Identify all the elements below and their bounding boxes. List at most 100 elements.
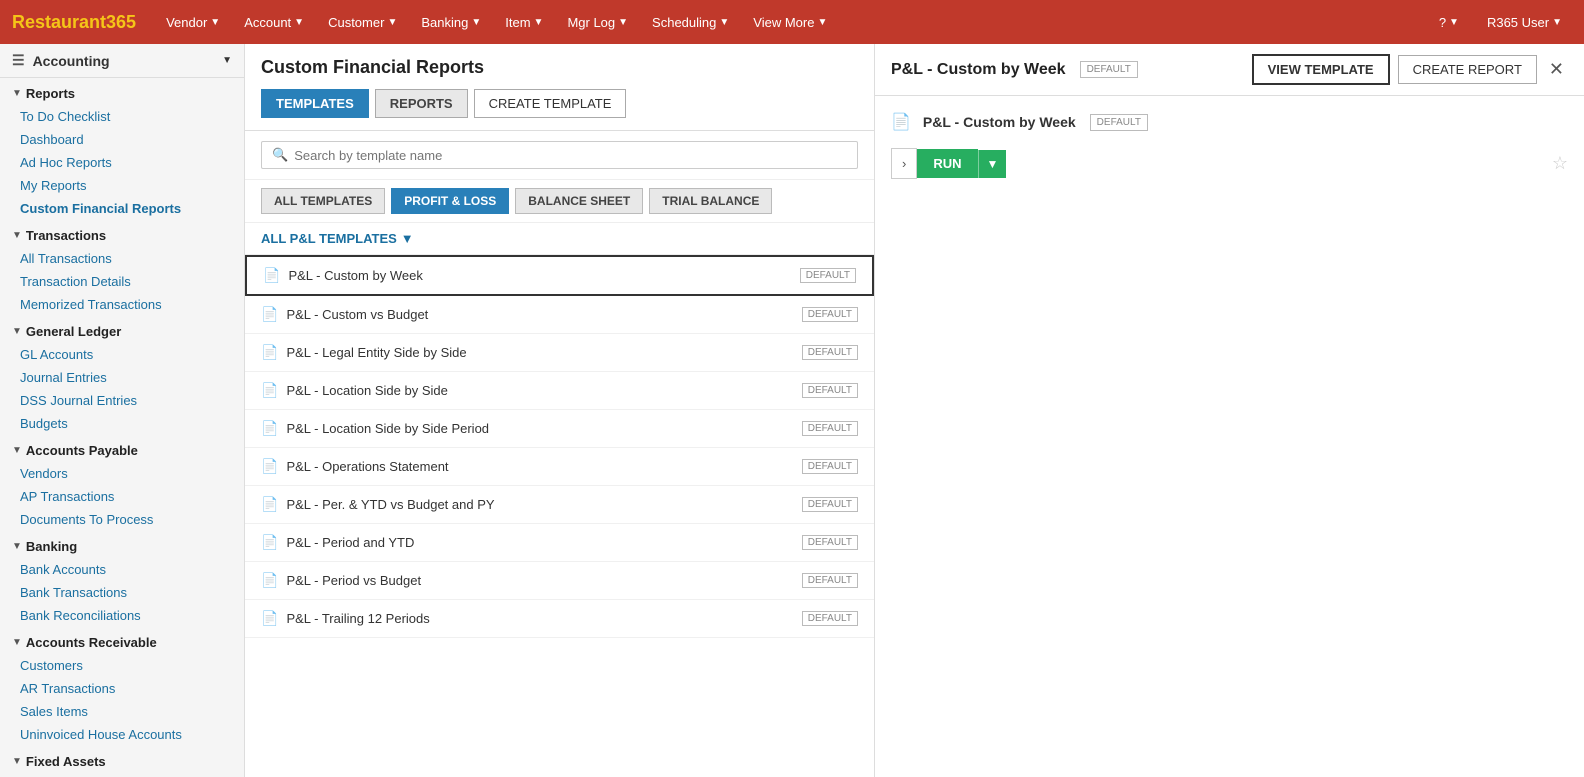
document-icon: 📄 — [261, 420, 278, 437]
nav-item[interactable]: Item▼ — [495, 9, 553, 36]
close-button[interactable]: ✕ — [1545, 59, 1568, 80]
nav-scheduling[interactable]: Scheduling▼ — [642, 9, 739, 36]
sidebar-item-bankreconciliations[interactable]: Bank Reconciliations — [0, 604, 244, 627]
view-template-button[interactable]: VIEW TEMPLATE — [1252, 54, 1390, 85]
left-panel-header: Custom Financial Reports TEMPLATES REPOR… — [245, 44, 874, 131]
template-list: 📄 P&L - Custom by Week DEFAULT 📄 P&L - C… — [245, 255, 874, 777]
nav-banking[interactable]: Banking▼ — [411, 9, 491, 36]
nav-customer[interactable]: Customer▼ — [318, 9, 407, 36]
sidebar-item-alltransactions[interactable]: All Transactions — [0, 247, 244, 270]
sidebar-item-journalentries[interactable]: Journal Entries — [0, 366, 244, 389]
search-input-wrap: 🔍 — [261, 141, 858, 169]
sidebar-item-transactiondetails[interactable]: Transaction Details — [0, 270, 244, 293]
nav-mgrlog[interactable]: Mgr Log▼ — [557, 9, 638, 36]
sidebar-header[interactable]: ☰ Accounting ▼ — [0, 44, 244, 78]
document-icon-large: 📄 — [891, 112, 911, 132]
nav-right: ?▼ R365 User▼ — [1429, 9, 1572, 36]
left-panel-tabs: TEMPLATES REPORTS CREATE TEMPLATE — [261, 89, 858, 118]
create-report-button[interactable]: CREATE REPORT — [1398, 55, 1537, 84]
run-actions: › RUN ▼ ☆ — [891, 148, 1568, 179]
logo[interactable]: Restaurant365 — [12, 12, 136, 33]
filter-bar: ALL TEMPLATES PROFIT & LOSS BALANCE SHEE… — [245, 180, 874, 223]
sidebar-module-caret: ▼ — [222, 55, 232, 66]
template-item-0[interactable]: 📄 P&L - Custom by Week DEFAULT — [245, 255, 874, 296]
sidebar-item-glaccounts[interactable]: GL Accounts — [0, 343, 244, 366]
nav-vendor[interactable]: Vendor▼ — [156, 9, 230, 36]
default-badge-7: DEFAULT — [802, 535, 858, 550]
nav-items: Vendor▼ Account▼ Customer▼ Banking▼ Item… — [156, 9, 1429, 36]
default-badge-1: DEFAULT — [802, 307, 858, 322]
hamburger-icon[interactable]: ☰ — [12, 52, 25, 69]
template-item-4[interactable]: 📄 P&L - Location Side by Side Period DEF… — [245, 410, 874, 448]
template-item-2[interactable]: 📄 P&L - Legal Entity Side by Side DEFAUL… — [245, 334, 874, 372]
template-item-5[interactable]: 📄 P&L - Operations Statement DEFAULT — [245, 448, 874, 486]
sidebar-item-budgets[interactable]: Budgets — [0, 412, 244, 435]
expand-button[interactable]: › — [891, 148, 917, 179]
run-button[interactable]: RUN — [917, 149, 977, 178]
template-item-9[interactable]: 📄 P&L - Trailing 12 Periods DEFAULT — [245, 600, 874, 638]
nav-user[interactable]: R365 User▼ — [1477, 9, 1572, 36]
sidebar-item-salesitems[interactable]: Sales Items — [0, 700, 244, 723]
nav-help[interactable]: ?▼ — [1429, 9, 1469, 36]
sidebar-section-ap[interactable]: ▼ Accounts Payable — [0, 435, 244, 462]
sidebar-item-todo[interactable]: To Do Checklist — [0, 105, 244, 128]
sidebar-item-customers[interactable]: Customers — [0, 654, 244, 677]
logo-text: Restaurant — [12, 12, 106, 32]
template-group-header[interactable]: ALL P&L TEMPLATES ▼ — [245, 223, 874, 255]
sidebar-item-myreports[interactable]: My Reports — [0, 174, 244, 197]
tab-reports[interactable]: REPORTS — [375, 89, 468, 118]
top-navigation: Restaurant365 Vendor▼ Account▼ Customer▼… — [0, 0, 1584, 44]
template-name-2: P&L - Legal Entity Side by Side — [286, 345, 793, 360]
filter-profit-loss[interactable]: PROFIT & LOSS — [391, 188, 509, 214]
search-icon: 🔍 — [272, 147, 288, 163]
template-name-6: P&L - Per. & YTD vs Budget and PY — [286, 497, 793, 512]
sidebar-item-dssjournalentries[interactable]: DSS Journal Entries — [0, 389, 244, 412]
sidebar-item-aptransactions[interactable]: AP Transactions — [0, 485, 244, 508]
template-item-7[interactable]: 📄 P&L - Period and YTD DEFAULT — [245, 524, 874, 562]
sidebar-item-documentstoprocess[interactable]: Documents To Process — [0, 508, 244, 531]
create-template-button[interactable]: CREATE TEMPLATE — [474, 89, 627, 118]
template-name-1: P&L - Custom vs Budget — [286, 307, 793, 322]
sidebar-item-vendors[interactable]: Vendors — [0, 462, 244, 485]
document-icon: 📄 — [261, 572, 278, 589]
filter-trial-balance[interactable]: TRIAL BALANCE — [649, 188, 772, 214]
sidebar-section-reports[interactable]: ▼ Reports — [0, 78, 244, 105]
sidebar-item-uninvoiced[interactable]: Uninvoiced House Accounts — [0, 723, 244, 746]
sidebar-module-label: Accounting — [33, 53, 223, 69]
tab-templates[interactable]: TEMPLATES — [261, 89, 369, 118]
sidebar-item-artransactions[interactable]: AR Transactions — [0, 677, 244, 700]
run-dropdown-button[interactable]: ▼ — [978, 150, 1007, 178]
right-panel: P&L - Custom by Week DEFAULT VIEW TEMPLA… — [875, 44, 1584, 777]
sidebar-item-bankaccounts[interactable]: Bank Accounts — [0, 558, 244, 581]
template-item-6[interactable]: 📄 P&L - Per. & YTD vs Budget and PY DEFA… — [245, 486, 874, 524]
nav-account[interactable]: Account▼ — [234, 9, 314, 36]
template-name-7: P&L - Period and YTD — [286, 535, 793, 550]
search-input[interactable] — [294, 148, 847, 163]
sidebar-section-fixedassets[interactable]: ▼ Fixed Assets — [0, 746, 244, 773]
sidebar-section-banking[interactable]: ▼ Banking — [0, 531, 244, 558]
default-badge-0: DEFAULT — [800, 268, 856, 283]
template-item-3[interactable]: 📄 P&L - Location Side by Side DEFAULT — [245, 372, 874, 410]
document-icon: 📄 — [261, 306, 278, 323]
template-item-8[interactable]: 📄 P&L - Period vs Budget DEFAULT — [245, 562, 874, 600]
template-name-8: P&L - Period vs Budget — [286, 573, 793, 588]
sidebar-item-dashboard[interactable]: Dashboard — [0, 128, 244, 151]
sidebar-item-adhoc[interactable]: Ad Hoc Reports — [0, 151, 244, 174]
sidebar-item-banktransactions[interactable]: Bank Transactions — [0, 581, 244, 604]
favorite-button[interactable]: ☆ — [1552, 153, 1568, 174]
sidebar-section-transactions[interactable]: ▼ Transactions — [0, 220, 244, 247]
right-panel-actions: VIEW TEMPLATE CREATE REPORT ✕ — [1252, 54, 1568, 85]
document-icon: 📄 — [261, 344, 278, 361]
right-panel-default-badge: DEFAULT — [1080, 61, 1138, 78]
right-panel-content: 📄 P&L - Custom by Week DEFAULT › RUN ▼ ☆ — [875, 96, 1584, 777]
sidebar-item-memorized[interactable]: Memorized Transactions — [0, 293, 244, 316]
sidebar-section-gl[interactable]: ▼ General Ledger — [0, 316, 244, 343]
sidebar-section-ar[interactable]: ▼ Accounts Receivable — [0, 627, 244, 654]
filter-all-templates[interactable]: ALL TEMPLATES — [261, 188, 385, 214]
sidebar-item-assets[interactable]: Assets — [0, 773, 244, 777]
sidebar-item-customfinancial[interactable]: Custom Financial Reports — [0, 197, 244, 220]
filter-balance-sheet[interactable]: BALANCE SHEET — [515, 188, 643, 214]
template-item-1[interactable]: 📄 P&L - Custom vs Budget DEFAULT — [245, 296, 874, 334]
nav-viewmore[interactable]: View More▼ — [743, 9, 837, 36]
right-panel-header: P&L - Custom by Week DEFAULT VIEW TEMPLA… — [875, 44, 1584, 96]
